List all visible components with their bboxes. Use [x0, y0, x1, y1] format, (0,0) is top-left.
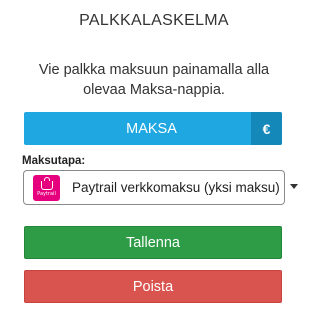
- instructions-line-2: olevaa Maksa-nappia.: [83, 82, 225, 98]
- payment-method-value: Paytrail verkkomaksu (yksi maksu): [72, 180, 280, 195]
- pay-button[interactable]: MAKSA €: [24, 112, 282, 145]
- delete-button[interactable]: Poista: [24, 270, 282, 303]
- payment-method-label: Maksutapa:: [22, 155, 86, 167]
- shopping-bag-icon: [40, 177, 53, 190]
- page-title: PALKKALASKELMA: [79, 12, 229, 29]
- payment-method-select[interactable]: Paytrail Paytrail verkkomaksu (yksi maks…: [23, 170, 285, 205]
- instructions-text: Vie palkka maksuun painamalla alla oleva…: [24, 60, 284, 100]
- save-button[interactable]: Tallenna: [24, 226, 282, 259]
- paytrail-logo-text: Paytrail: [37, 191, 56, 197]
- euro-icon: €: [251, 112, 282, 145]
- pay-button-label: MAKSA: [126, 120, 177, 137]
- paytrail-logo: Paytrail: [33, 175, 60, 201]
- instructions-line-1: Vie palkka maksuun painamalla alla: [38, 62, 270, 78]
- dropdown-caret-icon[interactable]: [290, 184, 298, 189]
